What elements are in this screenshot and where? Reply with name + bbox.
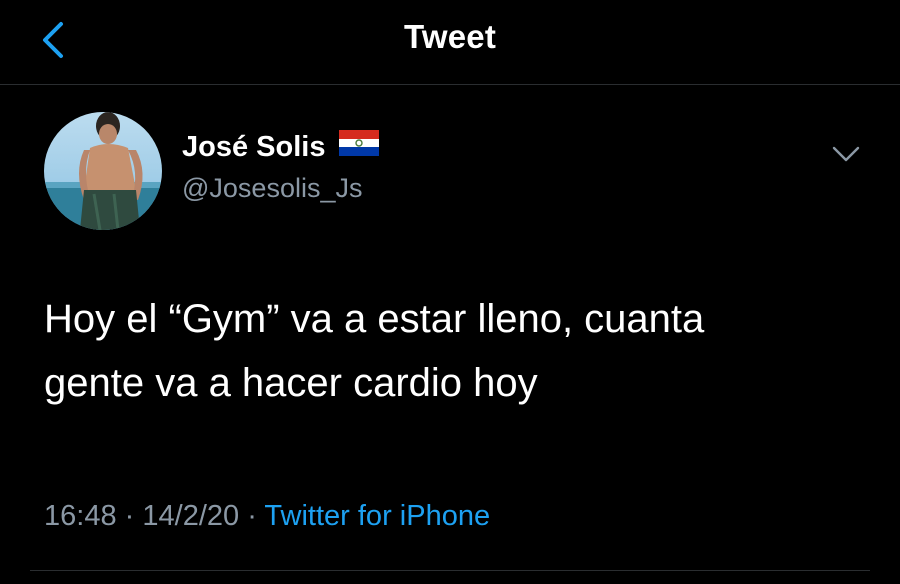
paraguay-flag-icon — [339, 130, 380, 164]
meta-separator: · — [247, 500, 257, 532]
chevron-down-icon — [832, 146, 860, 162]
page-title: Tweet — [403, 18, 497, 55]
tweet-text-line-2: gente va a hacer cardio hoy — [44, 361, 538, 405]
tweet-meta: 16:48 · 14/2/20 · Twitter for iPhone — [44, 500, 490, 533]
top-bar: Tweet — [0, 0, 900, 85]
divider — [30, 570, 870, 571]
tweet-date: 14/2/20 — [142, 500, 240, 532]
avatar[interactable] — [44, 112, 162, 230]
tweet-time: 16:48 — [44, 500, 117, 532]
author-name-text: José Solis — [182, 130, 326, 163]
more-options-button[interactable] — [828, 138, 864, 168]
tweet-source-link[interactable]: Twitter for iPhone — [264, 500, 490, 532]
author-handle[interactable]: @Josesolis_Js — [182, 173, 362, 204]
meta-separator: · — [124, 500, 135, 532]
author-name[interactable]: José Solis — [182, 130, 380, 164]
tweet-text-line-1: Hoy el “Gym” va a estar lleno, cuanta — [44, 297, 705, 341]
tweet-text: Hoy el “Gym” va a estar lleno, cuanta ge… — [44, 287, 864, 415]
